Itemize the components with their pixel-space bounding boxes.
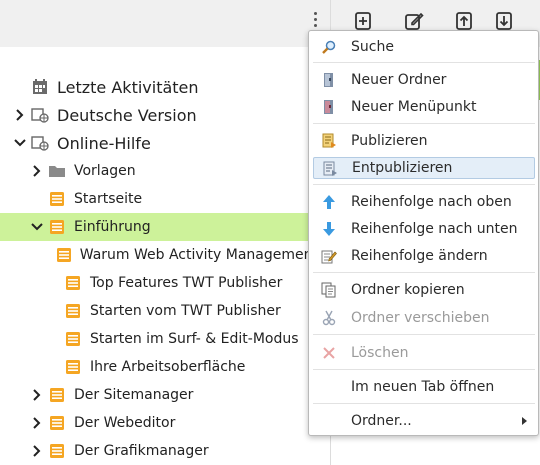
page-icon	[64, 274, 82, 292]
menu-item-label: Löschen	[351, 345, 409, 361]
site-globe-icon	[31, 106, 49, 124]
menu-item-ordner-kopieren[interactable]: Ordner kopieren	[313, 279, 535, 301]
tree-item-webeditor[interactable]: Der Webeditor	[0, 409, 318, 437]
menu-item-label: Reihenfolge nach unten	[351, 221, 518, 237]
menu-separator	[313, 369, 535, 370]
page-icon	[48, 442, 66, 460]
tree-item-label: Warum Web Activity Management	[79, 247, 318, 263]
tree-item-grafikmanager[interactable]: Der Grafikmanager	[0, 437, 318, 465]
new-folder-icon	[324, 73, 333, 87]
tree-item-warum-wam[interactable]: Warum Web Activity Management	[0, 241, 318, 269]
arrow-down-icon	[323, 222, 335, 236]
chevron-down-icon[interactable]	[13, 136, 27, 150]
menu-item-label: Reihenfolge ändern	[351, 248, 488, 264]
chevron-right-icon[interactable]	[30, 416, 44, 430]
tree-item-deutsche-version[interactable]: Deutsche Version	[0, 101, 318, 129]
menu-item-ordner-submenu[interactable]: Ordner...	[313, 410, 535, 432]
tree-item-label: Deutsche Version	[57, 105, 197, 125]
menu-item-reihenfolge-unten[interactable]: Reihenfolge nach unten	[313, 218, 535, 240]
tree-item-label: Vorlagen	[74, 163, 136, 179]
tree-item-starten-twt[interactable]: Starten vom TWT Publisher	[0, 297, 318, 325]
page-icon	[64, 302, 82, 320]
download-icon[interactable]	[494, 11, 514, 31]
menu-separator	[313, 272, 535, 273]
menu-separator	[313, 62, 535, 63]
new-menu-item-icon	[324, 100, 333, 114]
tree-item-sitemanager[interactable]: Der Sitemanager	[0, 381, 318, 409]
tree-item-label: Ihre Arbeitsoberfläche	[90, 359, 246, 375]
menu-item-label: Neuer Menüpunkt	[351, 99, 477, 115]
menu-item-neuer-menuepunkt[interactable]: Neuer Menüpunkt	[313, 96, 535, 118]
tree-item-label: Top Features TWT Publisher	[90, 275, 283, 291]
site-globe-icon	[31, 134, 49, 152]
page-icon	[48, 218, 66, 236]
menu-item-reihenfolge-aendern[interactable]: Reihenfolge ändern	[313, 245, 535, 267]
tree-item-label: Der Sitemanager	[74, 387, 194, 403]
context-menu: Suche Neuer Ordner Neuer Menüpunkt Publi…	[308, 30, 539, 436]
menu-item-loeschen[interactable]: Löschen	[313, 342, 535, 364]
menu-item-label: Entpublizieren	[352, 160, 453, 176]
submenu-arrow-icon	[522, 417, 527, 425]
page-icon	[48, 414, 66, 432]
scissors-icon	[322, 310, 336, 326]
calendar-icon	[31, 78, 49, 96]
tree-item-label: Letzte Aktivitäten	[57, 77, 199, 97]
tree-item-online-hilfe[interactable]: Online-Hilfe	[0, 129, 318, 157]
edit-order-icon	[321, 250, 337, 264]
copy-icon	[321, 282, 336, 298]
tree-item-vorlagen[interactable]: Vorlagen	[0, 157, 318, 185]
menu-item-suche[interactable]: Suche	[313, 36, 535, 58]
tree-item-label: Startseite	[74, 191, 143, 207]
unpublish-icon	[323, 161, 337, 176]
tree-item-label: Starten im Surf- & Edit-Modus	[90, 331, 299, 347]
tree-item-einfuehrung[interactable]: Einführung	[0, 213, 318, 241]
upload-icon[interactable]	[454, 11, 474, 31]
page-icon	[64, 358, 82, 376]
arrow-up-icon	[323, 195, 335, 209]
menu-item-publizieren[interactable]: Publizieren	[313, 130, 535, 152]
menu-item-label: Publizieren	[351, 133, 428, 149]
tree-item-label: Starten vom TWT Publisher	[90, 303, 281, 319]
page-icon	[48, 190, 66, 208]
delete-x-icon	[323, 347, 335, 359]
menu-item-label: Suche	[351, 39, 394, 55]
menu-item-label: Ordner kopieren	[351, 282, 465, 298]
menu-item-label: Ordner...	[351, 413, 412, 429]
menu-item-neuer-tab[interactable]: Im neuen Tab öffnen	[313, 376, 535, 398]
tree-item-label: Der Webeditor	[74, 415, 176, 431]
tree-item-recent-activity[interactable]: Letzte Aktivitäten	[0, 73, 318, 101]
tree-item-starten-surf-edit[interactable]: Starten im Surf- & Edit-Modus	[0, 325, 318, 353]
magnifier-icon	[322, 40, 336, 54]
folder-icon	[48, 162, 66, 180]
menu-item-label: Reihenfolge nach oben	[351, 194, 512, 210]
chevron-right-icon[interactable]	[30, 164, 44, 178]
chevron-down-icon[interactable]	[30, 220, 44, 234]
menu-separator	[313, 334, 535, 335]
menu-separator	[313, 403, 535, 404]
menu-item-label: Ordner verschieben	[351, 310, 490, 326]
menu-item-entpublizieren[interactable]: Entpublizieren	[313, 157, 535, 179]
tree-item-arbeitsoberflaeche[interactable]: Ihre Arbeitsoberfläche	[0, 353, 318, 381]
chevron-right-icon[interactable]	[13, 108, 27, 122]
menu-item-label: Neuer Ordner	[351, 72, 447, 88]
tree-item-label: Der Grafikmanager	[74, 443, 209, 459]
chevron-right-icon[interactable]	[30, 388, 44, 402]
edit-page-icon[interactable]	[404, 11, 424, 31]
page-icon	[64, 330, 82, 348]
publish-icon	[322, 133, 336, 148]
menu-separator	[313, 123, 535, 124]
page-icon	[56, 246, 72, 264]
menu-item-ordner-verschieben[interactable]: Ordner verschieben	[313, 307, 535, 329]
tree-item-label: Einführung	[74, 219, 151, 235]
add-page-icon[interactable]	[353, 11, 373, 31]
menu-separator	[313, 184, 535, 185]
menu-item-reihenfolge-oben[interactable]: Reihenfolge nach oben	[313, 191, 535, 213]
page-icon	[48, 386, 66, 404]
tree-item-startseite[interactable]: Startseite	[0, 185, 318, 213]
chevron-right-icon[interactable]	[30, 444, 44, 458]
menu-item-label: Im neuen Tab öffnen	[351, 379, 495, 395]
menu-item-neuer-ordner[interactable]: Neuer Ordner	[313, 69, 535, 91]
tree-item-top-features[interactable]: Top Features TWT Publisher	[0, 269, 318, 297]
tree-item-label: Online-Hilfe	[57, 133, 151, 153]
